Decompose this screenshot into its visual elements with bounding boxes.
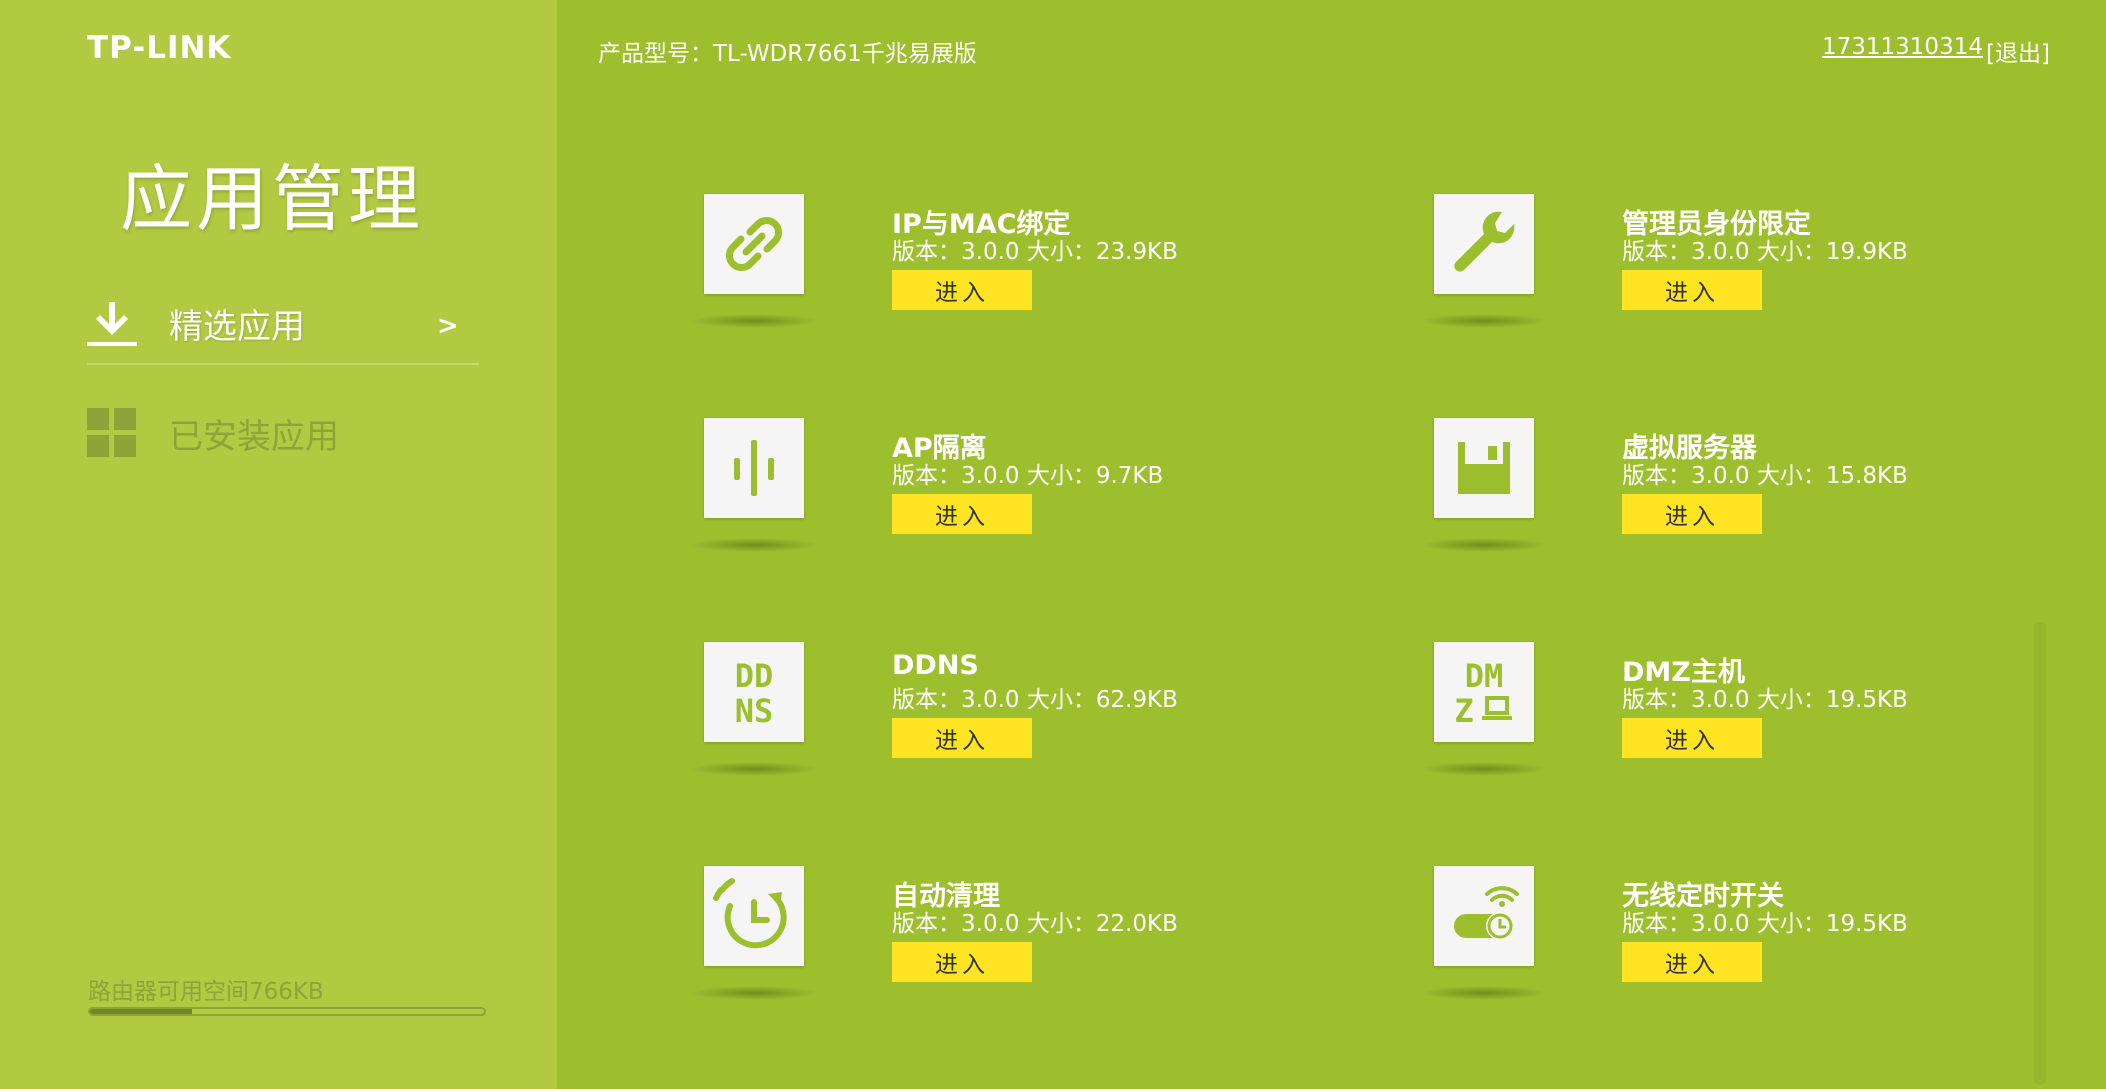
download-icon [87,302,137,346]
chevron-right-icon: > [437,311,459,341]
dmz-glyph-top: DM [1465,657,1504,695]
floppy-icon [1458,442,1510,494]
app-icon-tile[interactable]: DM Z [1434,642,1534,742]
storage-bar [88,1007,486,1016]
icon-shadow [1419,314,1549,328]
app-card-virtual-server: 虚拟服务器 版本：3.0.0 大小：15.8KB 进入 [1419,418,1994,598]
enter-button[interactable]: 进入 [892,718,1032,758]
enter-button[interactable]: 进入 [892,942,1032,982]
nav-featured-apps[interactable]: 精选应用 > [87,283,479,365]
app-card-wifi-schedule: 无线定时开关 版本：3.0.0 大小：19.5KB 进入 [1419,866,1994,1046]
app-icon-tile[interactable] [704,194,804,294]
logout-link[interactable]: [退出] [1986,34,2050,68]
enter-button[interactable]: 进入 [892,270,1032,310]
app-card-ddns: DD NS DDNS 版本：3.0.0 大小：62.9KB 进入 [689,642,1264,822]
wrench-icon [1454,211,1515,272]
enter-button[interactable]: 进入 [1622,942,1762,982]
app-meta: 版本：3.0.0 大小：19.5KB [1622,911,1908,937]
app-meta: 版本：3.0.0 大小：19.9KB [1622,239,1908,265]
ddns-glyph-top: DD [735,657,774,695]
icon-shadow [689,762,819,776]
app-card-ap-isolation: AP隔离 版本：3.0.0 大小：9.7KB 进入 [689,418,1264,598]
app-icon-tile[interactable] [704,418,804,518]
app-name: DDNS [892,650,979,681]
dmz-glyph-bottom: Z [1454,692,1473,730]
enter-button[interactable]: 进入 [892,494,1032,534]
enter-button[interactable]: 进入 [1622,494,1762,534]
app-icon-tile[interactable]: DD NS [704,642,804,742]
icon-shadow [1419,762,1549,776]
app-meta: 版本：3.0.0 大小：23.9KB [892,239,1178,265]
computer-icon [1482,696,1512,720]
app-card-admin-identity: 管理员身份限定 版本：3.0.0 大小：19.9KB 进入 [1419,194,1994,374]
app-card-auto-clean: 自动清理 版本：3.0.0 大小：22.0KB 进入 [689,866,1264,1046]
ap-isolation-icon [734,440,774,496]
app-meta: 版本：3.0.0 大小：19.5KB [1622,687,1908,713]
app-meta: 版本：3.0.0 大小：15.8KB [1622,463,1908,489]
app-icon-tile[interactable] [1434,866,1534,966]
dmz-icon: DM Z [1454,657,1512,730]
ddns-glyph-bottom: NS [735,692,774,730]
sidebar-title: 应用管理 [120,157,425,241]
app-icon-tile[interactable] [1434,418,1534,518]
app-icon-tile[interactable] [1434,194,1534,294]
app-meta: 版本：3.0.0 大小：22.0KB [892,911,1178,937]
icon-shadow [689,538,819,552]
ddns-icon: DD NS [735,657,774,730]
enter-button[interactable]: 进入 [1622,718,1762,758]
icon-shadow [689,986,819,1000]
app-card-ip-mac-binding: IP与MAC绑定 版本：3.0.0 大小：23.9KB 进入 [689,194,1264,374]
app-card-dmz-host: DM Z DMZ主机 版本：3.0.0 大小：19.5KB 进入 [1419,642,1994,822]
app-icon-tile[interactable] [704,866,804,966]
auto-clean-icon [713,878,787,949]
scrollbar[interactable] [2034,622,2046,1085]
nav-featured-label: 精选应用 [169,306,305,347]
nav-installed-label: 已安装应用 [169,416,339,457]
storage-bar-fill [90,1009,193,1014]
product-model: 产品型号：TL-WDR7661千兆易展版 [598,41,977,67]
icon-shadow [1419,538,1549,552]
app-meta: 版本：3.0.0 大小：9.7KB [892,463,1164,489]
link-icon [726,217,782,271]
nav-installed-apps[interactable]: 已安装应用 [87,393,479,473]
storage-text: 路由器可用空间766KB [88,979,324,1005]
icon-shadow [689,314,819,328]
tp-link-logo: TP-LINK [87,30,232,66]
sidebar: TP-LINK 应用管理 精选应用 > 已安装应用 路由器可用空间766KB [0,0,557,1089]
enter-button[interactable]: 进入 [1622,270,1762,310]
icon-shadow [1419,986,1549,1000]
wifi-timer-icon [1454,886,1519,940]
account-link[interactable]: 17311310314 [1822,34,1983,60]
app-meta: 版本：3.0.0 大小：62.9KB [892,687,1178,713]
grid-icon [87,408,136,457]
